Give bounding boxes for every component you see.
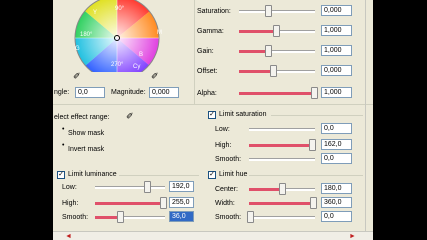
- saturation-low-label: Low:: [215, 126, 230, 133]
- saturation-low-field[interactable]: 0,0: [321, 123, 352, 134]
- luminance-smooth-slider[interactable]: [95, 216, 165, 219]
- luminance-low-label: Low:: [62, 184, 77, 191]
- hue-width-label: Width:: [215, 200, 235, 207]
- gamma-label: Gamma:: [197, 28, 224, 35]
- gain-label: Gain:: [197, 48, 214, 55]
- luminance-high-slider[interactable]: [95, 202, 165, 205]
- limit-hue-checkbox[interactable]: ✓: [208, 171, 216, 179]
- scroll-left-icon[interactable]: ◄: [65, 233, 72, 240]
- saturation-label: Saturation:: [197, 8, 231, 15]
- gamma-field[interactable]: 1,000: [321, 25, 352, 36]
- hue-smooth-slider[interactable]: [249, 216, 315, 219]
- section-divider: [53, 104, 373, 105]
- gamma-slider-thumb[interactable]: [273, 25, 280, 37]
- wheel-label-y: Y: [93, 10, 98, 16]
- luminance-smooth-thumb[interactable]: [117, 211, 124, 223]
- luminance-high-label: High:: [62, 200, 79, 207]
- wheel-label-cy: Cy: [133, 64, 141, 70]
- offset-label: Offset:: [197, 68, 218, 75]
- saturation-slider-thumb[interactable]: [265, 5, 272, 17]
- eyedropper-icon[interactable]: ✐: [126, 111, 134, 122]
- horizontal-scrollbar[interactable]: ◄ ►: [53, 231, 373, 240]
- wheel-label-270: 270°: [111, 62, 124, 68]
- saturation-high-field[interactable]: 162,0: [321, 139, 352, 150]
- luminance-low-thumb[interactable]: [144, 181, 151, 193]
- hue-smooth-thumb[interactable]: [247, 211, 254, 223]
- hue-smooth-label: Smooth:: [215, 214, 242, 221]
- hue-width-field[interactable]: 360,0: [321, 197, 352, 208]
- offset-slider-thumb[interactable]: [270, 65, 277, 77]
- limit-luminance-checkbox[interactable]: ✓: [57, 171, 65, 179]
- offset-slider[interactable]: [239, 70, 315, 73]
- gain-slider[interactable]: [239, 50, 315, 53]
- panel-right-edge: [365, 0, 366, 231]
- invert-mask-label[interactable]: Invert mask: [68, 145, 104, 154]
- group-line: [119, 175, 199, 176]
- magnitude-label: Magnitude:: [111, 89, 146, 96]
- scroll-right-icon[interactable]: ►: [349, 233, 356, 240]
- gain-field[interactable]: 1,000: [321, 45, 352, 56]
- alpha-slider[interactable]: [239, 92, 315, 95]
- group-line: [249, 175, 363, 176]
- color-corrector-panel: 90° 180° 270° Y G B M Cy ✐ ✐ ngle: 0,0 M…: [53, 0, 373, 240]
- luminance-smooth-value: 36,0: [172, 213, 186, 220]
- gain-slider-thumb[interactable]: [265, 45, 272, 57]
- saturation-slider[interactable]: [239, 10, 315, 13]
- angle-label: ngle:: [54, 89, 70, 96]
- show-mask-checkbox-icon[interactable]: •: [62, 126, 64, 133]
- luminance-smooth-label: Smooth:: [62, 214, 89, 221]
- invert-mask-checkbox-icon[interactable]: •: [62, 142, 64, 149]
- eyedropper-icon[interactable]: ✐: [73, 71, 81, 82]
- eyedropper-icon[interactable]: ✐: [151, 71, 159, 82]
- hue-width-slider[interactable]: [249, 202, 315, 205]
- saturation-high-thumb[interactable]: [309, 139, 316, 151]
- wheel-label-g: G: [75, 46, 80, 52]
- saturation-low-slider[interactable]: [249, 128, 315, 131]
- alpha-field[interactable]: 1,000: [321, 87, 352, 98]
- divider: [194, 0, 195, 104]
- luminance-smooth-field[interactable]: 36,0: [169, 211, 194, 222]
- hue-center-field[interactable]: 180,0: [321, 183, 352, 194]
- hue-center-thumb[interactable]: [279, 183, 286, 195]
- wheel-label-180: 180°: [80, 32, 93, 38]
- wheel-label-b: B: [139, 52, 144, 58]
- color-wheel[interactable]: 90° 180° 270° Y G B M Cy: [63, 0, 171, 72]
- offset-field[interactable]: 0,000: [321, 65, 352, 76]
- group-line: [271, 115, 363, 116]
- luminance-high-field[interactable]: 255,0: [169, 197, 194, 208]
- limit-luminance-title: Limit luminance: [68, 171, 117, 178]
- limit-saturation-title: Limit saturation: [219, 111, 267, 118]
- wheel-label-m: M: [157, 30, 162, 36]
- alpha-label: Alpha:: [197, 90, 217, 97]
- show-mask-label[interactable]: Show mask: [68, 129, 104, 138]
- hue-width-thumb[interactable]: [310, 197, 317, 209]
- luminance-low-field[interactable]: 192,0: [169, 181, 194, 192]
- angle-field[interactable]: 0,0: [75, 87, 105, 98]
- saturation-field[interactable]: 0,000: [321, 5, 352, 16]
- saturation-smooth-field[interactable]: 0,0: [321, 153, 352, 164]
- wheel-label-90: 90°: [115, 6, 125, 12]
- saturation-high-label: High:: [215, 142, 232, 149]
- saturation-high-slider[interactable]: [249, 144, 315, 147]
- limit-saturation-checkbox[interactable]: ✓: [208, 111, 216, 119]
- magnitude-field[interactable]: 0,000: [149, 87, 179, 98]
- hue-center-label: Center:: [215, 186, 238, 193]
- luminance-low-slider[interactable]: [95, 186, 165, 189]
- saturation-smooth-label: Smooth:: [215, 156, 242, 163]
- alpha-slider-thumb[interactable]: [311, 87, 318, 99]
- limit-hue-title: Limit hue: [219, 171, 248, 178]
- hue-smooth-field[interactable]: 0,0: [321, 211, 352, 222]
- select-effect-range-label: elect effect range:: [54, 114, 110, 121]
- saturation-smooth-slider[interactable]: [249, 158, 315, 161]
- luminance-high-thumb[interactable]: [160, 197, 167, 209]
